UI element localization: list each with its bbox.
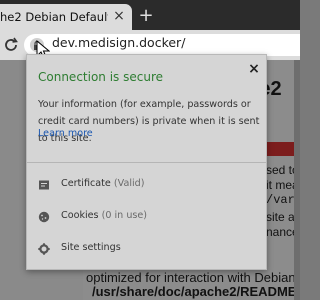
certificate-label-text: Certificate — [61, 178, 111, 189]
cookies-count: (0 in use) — [101, 210, 148, 221]
connection-description: Your information (for example, passwords… — [38, 99, 260, 144]
page-path-text: /usr/share/doc/apache2/README.Debia — [92, 284, 300, 299]
certificate-label: Certificate (Valid) — [61, 178, 145, 189]
cookie-icon — [38, 211, 50, 223]
browser-tab[interactable]: he2 Debian Default Page: × — [0, 4, 132, 30]
certificate-status: (Valid) — [113, 178, 145, 189]
connection-status-title: Connection is secure — [38, 70, 164, 84]
tab-title: he2 Debian Default Page: — [0, 10, 108, 24]
reload-icon[interactable] — [2, 36, 20, 54]
cookies-item[interactable]: Cookies (0 in use) — [27, 204, 266, 232]
cookies-label: Cookies (0 in use) — [61, 210, 147, 221]
new-tab-button[interactable]: + — [136, 7, 156, 27]
cookies-label-text: Cookies — [61, 210, 99, 221]
divider — [27, 162, 266, 163]
certificate-item[interactable]: Certificate (Valid) — [27, 172, 266, 200]
page-text: optimized for interaction with Debian to… — [86, 270, 300, 285]
page-scrollbar[interactable] — [294, 60, 300, 300]
url-text[interactable]: dev.medisign.docker/ — [52, 35, 185, 50]
certificate-icon — [39, 180, 49, 190]
site-info-popup: × Connection is secure Your information … — [26, 54, 267, 270]
site-settings-item[interactable]: Site settings — [27, 236, 266, 264]
site-settings-label: Site settings — [61, 242, 121, 253]
close-icon[interactable]: × — [246, 61, 262, 77]
gear-icon — [38, 243, 50, 255]
tab-strip: he2 Debian Default Page: × + — [0, 0, 300, 30]
tab-close-icon[interactable]: × — [111, 8, 127, 24]
learn-more-link[interactable]: Learn more — [38, 128, 93, 139]
